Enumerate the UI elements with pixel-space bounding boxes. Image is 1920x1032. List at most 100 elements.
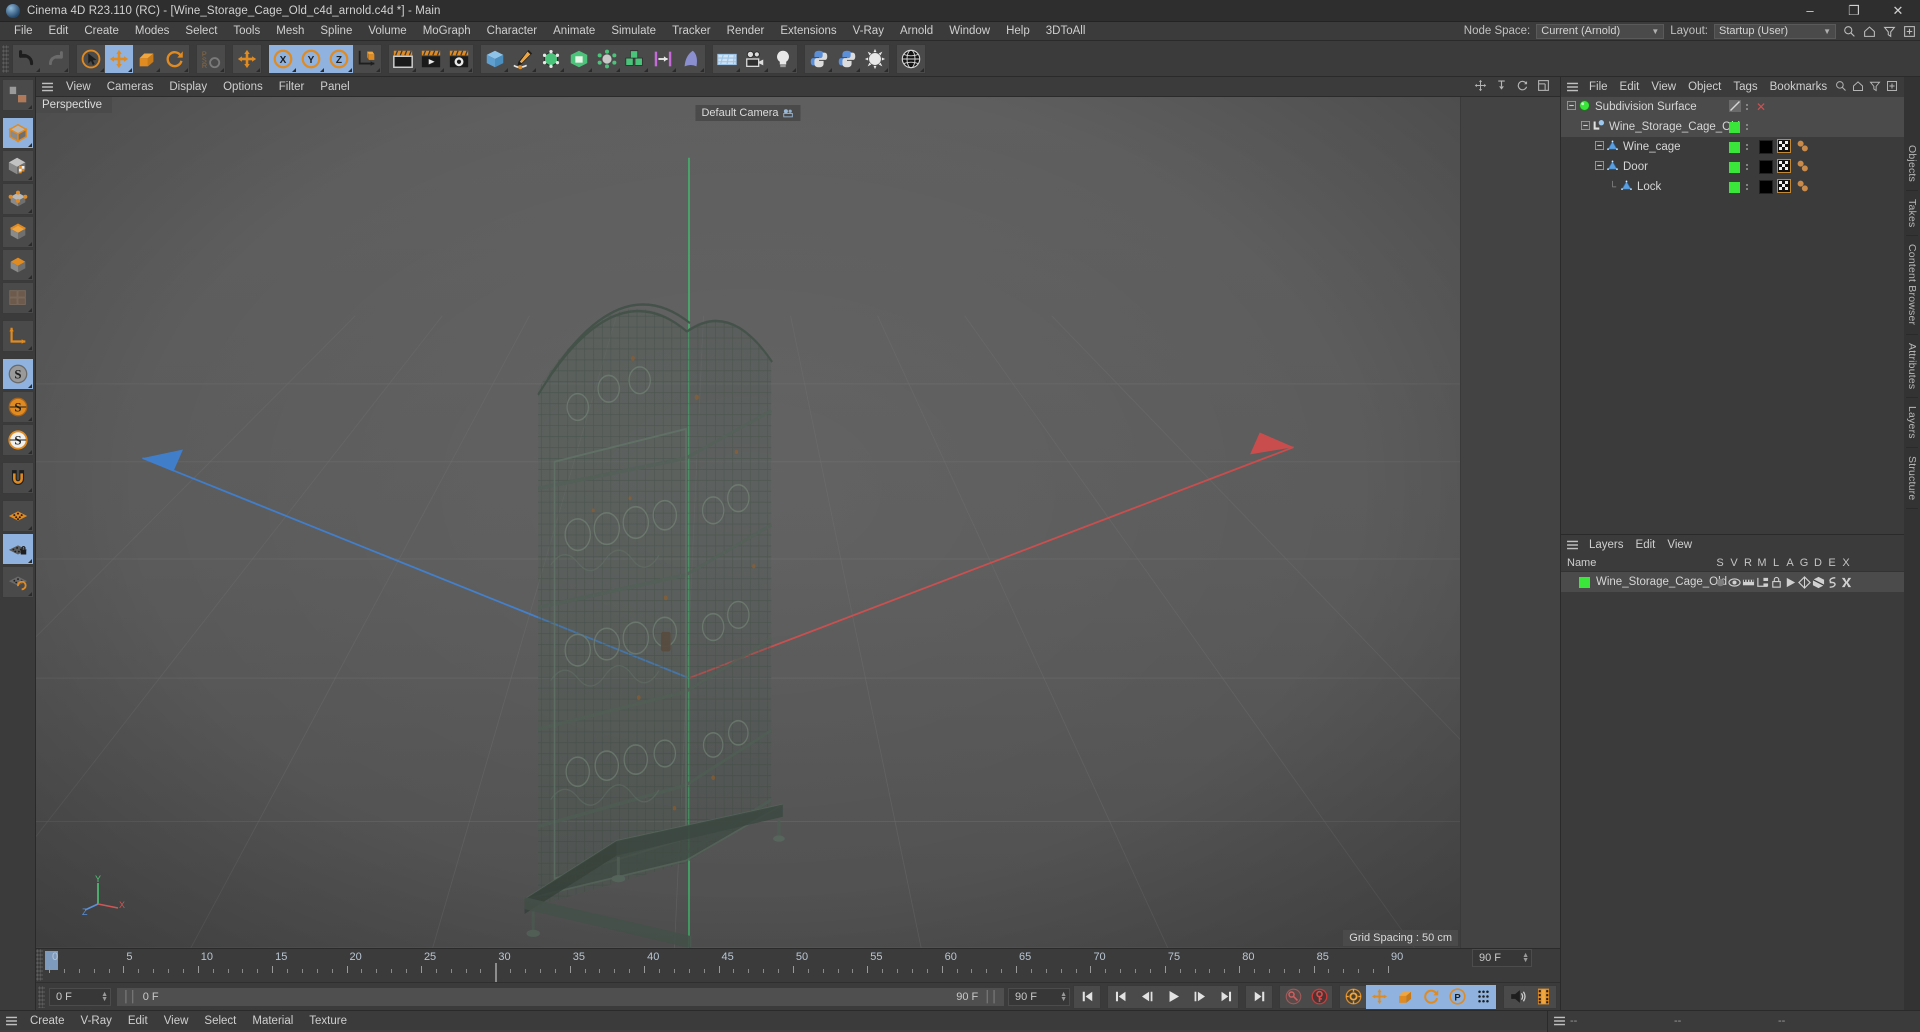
undo-button[interactable]: [13, 45, 41, 73]
viewport-maximize-icon[interactable]: [1537, 79, 1550, 95]
material-menu-v-ray[interactable]: V-Ray: [73, 1015, 120, 1027]
object-menu-view[interactable]: View: [1645, 81, 1682, 93]
layer-xref-icon[interactable]: [1839, 576, 1853, 589]
object-visibility-toggle[interactable]: [1729, 161, 1740, 173]
preview-range-field[interactable]: ││ 0 F 90 F ││: [117, 987, 1004, 1006]
menu-item-extensions[interactable]: Extensions: [772, 22, 844, 41]
material-tag-icon[interactable]: [1759, 180, 1773, 194]
viewport-menu-filter[interactable]: Filter: [271, 81, 313, 93]
layer-deformer-icon[interactable]: [1811, 576, 1825, 589]
keyframe-selection-button[interactable]: [1340, 985, 1366, 1009]
menu-item-mograph[interactable]: MoGraph: [415, 22, 479, 41]
camera-button[interactable]: [741, 45, 769, 73]
add-panel-icon[interactable]: [1902, 24, 1916, 38]
make-editable-button[interactable]: [1, 79, 34, 111]
home-layout-icon[interactable]: [1862, 24, 1876, 38]
spinner-icon[interactable]: ▲ ▼: [1518, 952, 1529, 964]
python-generator-button[interactable]: [805, 45, 833, 73]
uv-tag-icon[interactable]: [1795, 179, 1810, 196]
material-menu-select[interactable]: Select: [196, 1015, 244, 1027]
spinner-icon[interactable]: ▲ ▼: [97, 991, 108, 1003]
render-settings-button[interactable]: [445, 45, 473, 73]
texture-tag-icon[interactable]: [1777, 138, 1791, 156]
param-key-button[interactable]: P: [1444, 984, 1470, 1009]
layer-column-a[interactable]: A: [1783, 557, 1797, 569]
expand-collapse-icon[interactable]: [1581, 121, 1590, 133]
delete-x-icon[interactable]: ✕: [1756, 97, 1766, 117]
layer-manager-menu-icon[interactable]: [1561, 540, 1583, 550]
viewport-move-icon[interactable]: [1474, 79, 1487, 95]
snap-button[interactable]: [1, 462, 34, 494]
previous-key-button[interactable]: [1108, 985, 1134, 1009]
visibility-dots[interactable]: [1746, 164, 1748, 170]
timeline-ruler[interactable]: 0 5 10 15 20 25 30 35 40 45 50 55 60 65 70 75 80 85 90: [43, 949, 1464, 982]
bend-deformer-button[interactable]: [565, 45, 593, 73]
layer-column-name[interactable]: Name: [1561, 557, 1713, 569]
transport-grip[interactable]: [38, 985, 45, 1008]
cloth-button[interactable]: [677, 45, 705, 73]
viewport-menu-panel[interactable]: Panel: [312, 81, 357, 93]
polygon-mode-button[interactable]: [1, 249, 34, 281]
layer-solo-icon[interactable]: [1713, 576, 1727, 589]
visibility-dots[interactable]: [1746, 104, 1748, 110]
live-selection-tool[interactable]: [77, 45, 105, 73]
layer-column-d[interactable]: D: [1811, 557, 1825, 569]
toolbar-grip[interactable]: [2, 44, 9, 73]
timeline-grip[interactable]: [36, 949, 43, 981]
object-row[interactable]: Subdivision Surface ✕: [1561, 97, 1904, 117]
vertical-tab-takes[interactable]: Takes: [1906, 191, 1918, 237]
layer-row[interactable]: Wine_Storage_Cage_Old: [1561, 572, 1904, 592]
object-manager-menu-icon[interactable]: [1561, 82, 1583, 92]
film-button[interactable]: [1530, 985, 1556, 1009]
field-button[interactable]: [649, 45, 677, 73]
expand-collapse-icon[interactable]: [1595, 161, 1604, 173]
material-tag-icon[interactable]: [1759, 160, 1773, 174]
menu-item-arnold[interactable]: Arnold: [892, 22, 941, 41]
vertical-tab-objects[interactable]: Objects: [1906, 137, 1918, 191]
menu-item-create[interactable]: Create: [76, 22, 127, 41]
z-axis-lock[interactable]: Z: [325, 44, 353, 73]
viewport-scale-icon[interactable]: [1495, 79, 1508, 95]
model-mode-button[interactable]: [1, 117, 34, 149]
layer-column-s[interactable]: S: [1713, 557, 1727, 569]
axis-mode-button[interactable]: [1, 320, 34, 352]
layer-rows[interactable]: Wine_Storage_Cage_Old: [1561, 572, 1904, 592]
object-row[interactable]: Wine_cage: [1561, 137, 1904, 157]
object-menu-object[interactable]: Object: [1682, 81, 1727, 93]
layer-column-x[interactable]: X: [1839, 557, 1853, 569]
record-active-objects-button[interactable]: [1280, 985, 1306, 1009]
object-menu-bookmarks[interactable]: Bookmarks: [1764, 81, 1834, 93]
filter-icon[interactable]: [1869, 80, 1881, 95]
world-axis-button[interactable]: S: [1, 424, 34, 456]
perspective-viewport[interactable]: Perspective Default Camera Grid Spacing …: [36, 97, 1460, 948]
object-row[interactable]: └ Lock: [1561, 177, 1904, 197]
viewport-menu-cameras[interactable]: Cameras: [99, 81, 162, 93]
menu-item-volume[interactable]: Volume: [360, 22, 414, 41]
next-frame-button[interactable]: [1186, 985, 1212, 1009]
viewport-menu-options[interactable]: Options: [215, 81, 271, 93]
material-menu-view[interactable]: View: [156, 1015, 197, 1027]
add-panel-icon[interactable]: [1886, 80, 1898, 95]
home-icon[interactable]: [1852, 80, 1864, 95]
layer-menu-edit[interactable]: Edit: [1630, 539, 1662, 551]
viewport-menu-display[interactable]: Display: [161, 81, 215, 93]
layer-column-e[interactable]: E: [1825, 557, 1839, 569]
go-to-start-button[interactable]: [1074, 985, 1100, 1009]
layer-lock-icon[interactable]: [1769, 576, 1783, 589]
object-row[interactable]: Wine_Storage_Cage_Old: [1561, 117, 1904, 137]
end-frame-field[interactable]: 90 F ▲ ▼: [1008, 987, 1070, 1006]
menu-item-animate[interactable]: Animate: [545, 22, 603, 41]
sound-button[interactable]: [1504, 985, 1530, 1009]
visibility-dots[interactable]: [1746, 184, 1748, 190]
menu-item-v-ray[interactable]: V-Ray: [845, 22, 892, 41]
layer-column-g[interactable]: G: [1797, 557, 1811, 569]
layer-render-icon[interactable]: [1741, 576, 1755, 589]
vertical-tab-attributes[interactable]: Attributes: [1906, 335, 1918, 398]
layout-select[interactable]: Startup (User) ▼: [1714, 23, 1836, 39]
enable-axis-button[interactable]: S: [1, 358, 34, 390]
timeline-playhead[interactable]: [495, 963, 498, 982]
light-button[interactable]: [769, 45, 797, 73]
layer-menu-view[interactable]: View: [1661, 539, 1698, 551]
generator-button[interactable]: [537, 45, 565, 73]
layer-menu-layers[interactable]: Layers: [1583, 539, 1630, 551]
